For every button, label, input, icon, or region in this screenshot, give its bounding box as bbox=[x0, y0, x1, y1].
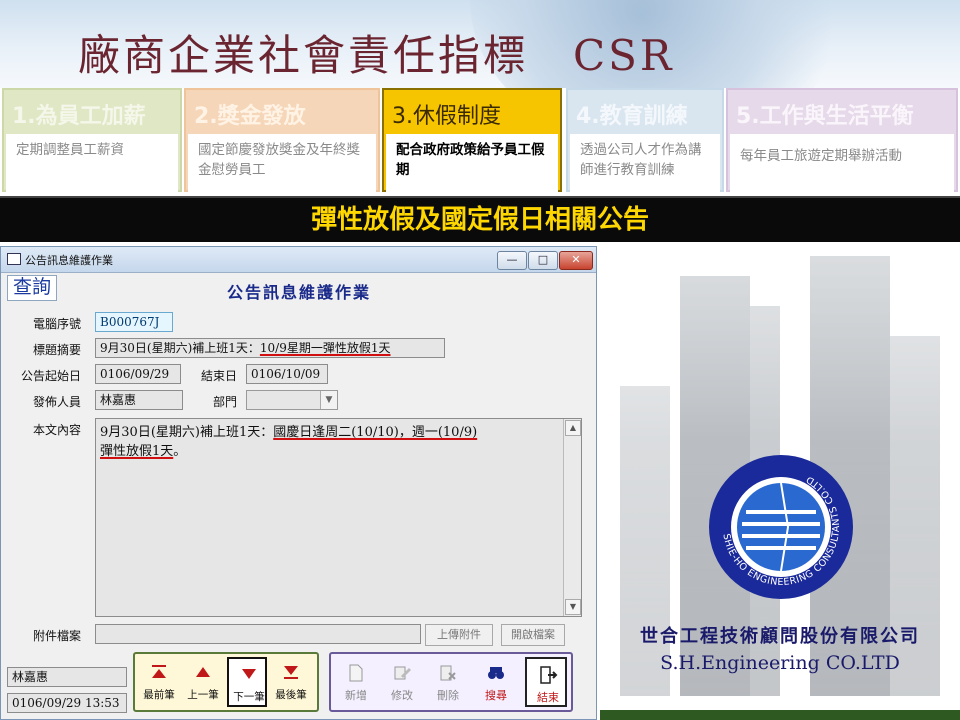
tab-salary[interactable]: 1.為員工加薪 定期調整員工薪資 bbox=[2, 88, 182, 192]
tab-training[interactable]: 4.教育訓練 透過公司人才作為講師進行教育訓練 bbox=[566, 88, 724, 192]
tab-desc: 每年員工旅遊定期舉辦活動 bbox=[730, 134, 954, 192]
subject-label: 標題摘要 bbox=[33, 343, 82, 357]
first-record-button[interactable]: 最前筆 bbox=[139, 657, 179, 707]
next-record-icon bbox=[242, 669, 256, 679]
last-record-label: 最後筆 bbox=[275, 689, 307, 701]
publisher-label: 發佈人員 bbox=[33, 395, 82, 409]
search-button[interactable]: 搜尋 bbox=[475, 657, 517, 707]
company-name-zh: 世合工程技術顧問股份有限公司 bbox=[640, 626, 920, 647]
scroll-down-icon[interactable]: ▼ bbox=[565, 599, 581, 615]
serial-field[interactable]: B000767J bbox=[95, 312, 173, 332]
end-date-field[interactable]: 0106/10/09 bbox=[246, 364, 328, 384]
end-date-label: 結束日 bbox=[201, 369, 238, 383]
body-textarea[interactable]: 9月30日(星期六)補上班1天：國慶日逢周二(10/10)，週一(10/9) 彈性… bbox=[95, 418, 582, 617]
start-date-label: 公告起始日 bbox=[21, 369, 82, 383]
prev-record-icon bbox=[196, 667, 210, 677]
status-user: 林嘉惠 bbox=[7, 667, 127, 687]
subject-field[interactable]: 9月30日(星期六)補上班1天：10/9星期一彈性放假1天 bbox=[95, 338, 445, 358]
app-window: 公告訊息維護作業 — □ ✕ 查詢 公告訊息維護作業 電腦序號 B000767J… bbox=[0, 246, 597, 720]
subject-highlight: 10/9星期一彈性放假1天 bbox=[259, 341, 391, 355]
tab-title: 3.休假制度 bbox=[392, 104, 501, 129]
exit-door-icon bbox=[540, 666, 558, 684]
close-button[interactable]: ✕ bbox=[559, 251, 593, 270]
upload-attachment-button[interactable]: 上傳附件 bbox=[425, 624, 493, 646]
banner-text: 彈性放假及國定假日相關公告 bbox=[310, 205, 649, 235]
tab-title: 4.教育訓練 bbox=[576, 104, 688, 129]
panel-footer-strip bbox=[600, 710, 960, 720]
company-logo: SHIE-HO ENGINEERING CONSULTANTS CO.LTD bbox=[709, 455, 853, 599]
prev-record-button[interactable]: 上一筆 bbox=[183, 657, 223, 707]
scroll-up-icon[interactable]: ▲ bbox=[565, 420, 581, 436]
tab-title: 2.獎金發放 bbox=[194, 104, 306, 129]
attachment-label: 附件檔案 bbox=[33, 629, 82, 643]
new-document-icon bbox=[349, 664, 363, 682]
next-record-button[interactable]: 下一筆 bbox=[227, 657, 267, 707]
tab-balance[interactable]: 5.工作與生活平衡 每年員工旅遊定期舉辦活動 bbox=[726, 88, 958, 192]
tab-title: 5.工作與生活平衡 bbox=[736, 104, 914, 129]
record-nav-group: 最前筆 上一筆 下一筆 最後筆 bbox=[133, 652, 319, 712]
first-record-icon bbox=[152, 665, 166, 678]
edit-button[interactable]: 修改 bbox=[381, 657, 423, 707]
tab-title: 1.為員工加薪 bbox=[12, 104, 146, 129]
search-label: 搜尋 bbox=[485, 689, 507, 702]
tab-desc: 定期調整員工薪資 bbox=[6, 134, 178, 192]
serial-label: 電腦序號 bbox=[33, 317, 82, 331]
csr-tabs: 1.為員工加薪 定期調整員工薪資 2.獎金發放 國定節慶發放獎金及年終獎金慰勞員… bbox=[0, 88, 960, 193]
status-datetime: 0106/09/29 13:53 bbox=[7, 693, 127, 713]
delete-icon bbox=[440, 665, 456, 681]
tab-desc: 國定節慶發放獎金及年終獎金慰勞員工 bbox=[188, 134, 376, 192]
attachment-field[interactable] bbox=[95, 624, 421, 644]
body-highlight-holiday: 國慶日逢周二(10/10)，週一(10/9) bbox=[273, 425, 478, 440]
subject-prefix: 9月30日(星期六)補上班1天： bbox=[100, 341, 260, 355]
body-label: 本文內容 bbox=[33, 423, 82, 437]
add-label: 新增 bbox=[345, 689, 367, 702]
maximize-button[interactable]: □ bbox=[528, 251, 558, 270]
department-label: 部門 bbox=[213, 395, 238, 409]
record-action-group: 新增 修改 刪除 搜尋 結束 bbox=[329, 652, 573, 712]
body-suffix: 。 bbox=[173, 444, 187, 459]
window-icon bbox=[7, 253, 21, 265]
start-date-field[interactable]: 0106/09/29 bbox=[95, 364, 181, 384]
page-title: 廠商企業社會責任指標 CSR bbox=[78, 31, 675, 80]
binoculars-icon bbox=[488, 667, 504, 679]
publisher-field[interactable]: 林嘉惠 bbox=[95, 390, 183, 410]
section-banner: 彈性放假及國定假日相關公告 bbox=[0, 196, 960, 242]
body-prefix: 9月30日(星期六)補上班1天： bbox=[100, 425, 274, 440]
open-file-button[interactable]: 開啟檔案 bbox=[501, 624, 565, 646]
company-panel: SHIE-HO ENGINEERING CONSULTANTS CO.LTD 世… bbox=[600, 246, 960, 720]
exit-button[interactable]: 結束 bbox=[525, 657, 567, 707]
window-title: 公告訊息維護作業 bbox=[25, 254, 113, 267]
tab-leave[interactable]: 3.休假制度 配合政府政策給予員工假期 bbox=[382, 88, 562, 192]
body-scrollbar[interactable]: ▲ ▼ bbox=[563, 419, 581, 616]
window-titlebar[interactable]: 公告訊息維護作業 — □ ✕ bbox=[1, 247, 596, 273]
department-select[interactable]: ▼ bbox=[246, 390, 338, 410]
exit-label: 結束 bbox=[537, 691, 559, 704]
company-name-en: S.H.Engineering CO.LTD bbox=[660, 652, 900, 674]
body-highlight-flex: 彈性放假1天 bbox=[100, 444, 174, 459]
tab-desc: 透過公司人才作為講師進行教育訓練 bbox=[570, 134, 720, 192]
mode-indicator: 查詢 bbox=[7, 275, 57, 301]
tab-bonus[interactable]: 2.獎金發放 國定節慶發放獎金及年終獎金慰勞員工 bbox=[184, 88, 380, 192]
edit-icon bbox=[394, 666, 411, 680]
form-title: 公告訊息維護作業 bbox=[227, 283, 372, 302]
first-record-label: 最前筆 bbox=[143, 689, 175, 701]
slide-header: 廠商企業社會責任指標 CSR bbox=[0, 0, 960, 88]
prev-record-label: 上一筆 bbox=[187, 689, 219, 701]
tab-desc: 配合政府政策給予員工假期 bbox=[386, 134, 558, 192]
delete-label: 刪除 bbox=[437, 689, 459, 702]
last-record-button[interactable]: 最後筆 bbox=[271, 657, 311, 707]
next-record-label: 下一筆 bbox=[233, 691, 265, 703]
minimize-button[interactable]: — bbox=[497, 251, 527, 270]
body-content: 9月30日(星期六)補上班1天：國慶日逢周二(10/10)，週一(10/9) 彈性… bbox=[100, 423, 560, 461]
edit-label: 修改 bbox=[391, 689, 413, 702]
last-record-icon bbox=[284, 666, 298, 679]
delete-button[interactable]: 刪除 bbox=[427, 657, 469, 707]
chevron-down-icon[interactable]: ▼ bbox=[320, 391, 337, 409]
add-button[interactable]: 新增 bbox=[335, 657, 377, 707]
